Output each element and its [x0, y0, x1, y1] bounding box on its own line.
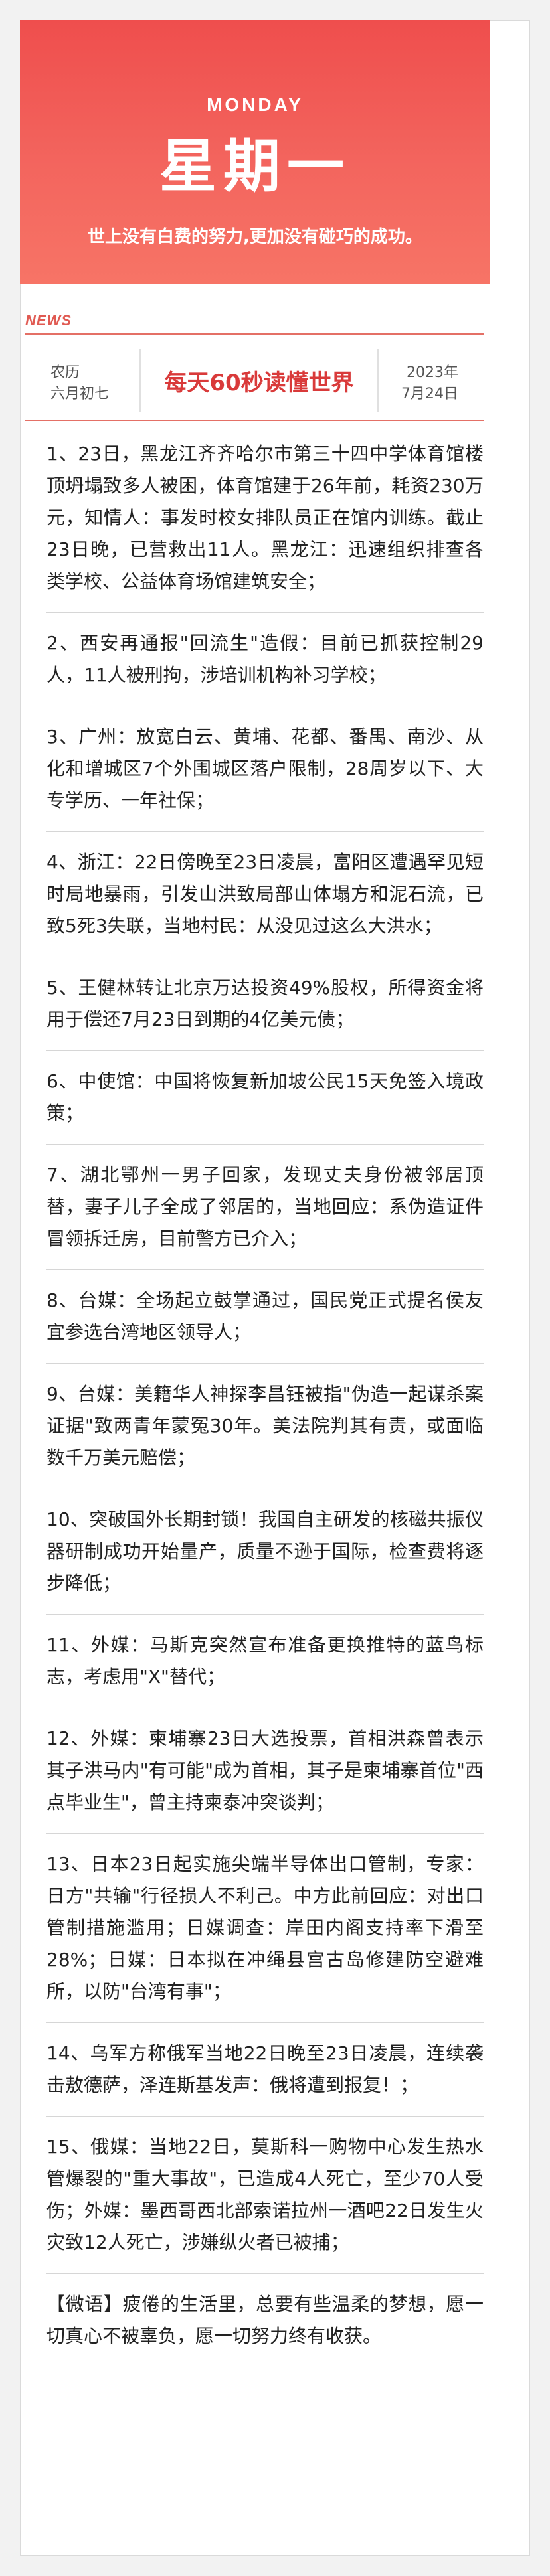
page-title: 每天60秒读懂世界 — [139, 349, 379, 412]
lunar-label: 农历 — [50, 364, 80, 381]
item-divider — [46, 612, 484, 613]
news-item: 2、西安再通报"回流生"造假：目前已抓获控制29人，11人被刑拘，涉培训机构补习… — [46, 632, 484, 686]
news-divider-bottom — [25, 420, 484, 421]
item-divider — [46, 2273, 484, 2274]
news-item: 5、王健林转让北京万达投资49%股权，所得资金将用于偿还7月23日到期的4亿美元… — [46, 977, 484, 1030]
news-item: 7、湖北鄂州一男子回家，发现丈夫身份被邻居顶替，妻子儿子全成了邻居的，当地回应：… — [46, 1164, 484, 1249]
item-divider — [46, 1363, 484, 1364]
item-divider — [46, 831, 484, 832]
weekday-english: MONDAY — [207, 94, 304, 115]
item-divider — [46, 2116, 484, 2117]
news-list: 1、23日，黑龙江齐齐哈尔市第三十四中学体育馆楼顶坍塌致多人被困，体育馆建于26… — [46, 438, 484, 2367]
gregorian-day: 7月24日 — [401, 386, 458, 402]
date-row: 农历 六月初七 每天60秒读懂世界 2023年 7月24日 — [25, 345, 485, 418]
item-divider — [46, 1144, 484, 1145]
item-divider — [46, 1833, 484, 1834]
news-item: 3、广州：放宽白云、黄埔、花都、番禺、南沙、从化和增城区7个外围城区落户限制，2… — [46, 726, 484, 811]
lunar-date: 农历 六月初七 — [50, 362, 109, 405]
news-label: NEWS — [25, 312, 72, 329]
banner-quote: 世上没有白费的努力,更加没有碰巧的成功。 — [88, 227, 422, 247]
news-divider-top — [25, 333, 484, 335]
news-item: 1、23日，黑龙江齐齐哈尔市第三十四中学体育馆楼顶坍塌致多人被困，体育馆建于26… — [46, 443, 484, 592]
news-item: 14、乌军方称俄军当地22日晚至23日凌晨，连续袭击敖德萨，泽连斯基发声：俄将遭… — [46, 2042, 484, 2096]
news-item: 9、台媒：美籍华人神探李昌钰被指"伪造一起谋杀案证据"致两青年蒙冤30年。美法院… — [46, 1383, 484, 1469]
news-item: 11、外媒：马斯克突然宣布准备更换推特的蓝鸟标志，考虑用"X"替代； — [46, 1634, 484, 1688]
news-item: 4、浙江：22日傍晚至23日凌晨，富阳区遭遇罕见短时局地暴雨，引发山洪致局部山体… — [46, 851, 484, 937]
news-item: 6、中使馆：中国将恢复新加坡公民15天免签入境政策； — [46, 1070, 484, 1124]
closing-quote: 【微语】疲倦的生活里，总要有些温柔的梦想，愿一切真心不被辜负，愿一切努力终有收获… — [46, 2293, 484, 2347]
news-item: 12、外媒：柬埔寨23日大选投票，首相洪森曾表示其子洪马内"有可能"成为首相，其… — [46, 1728, 484, 1813]
news-item: 15、俄媒：当地22日，莫斯科一购物中心发生热水管爆裂的"重大事故"，已造成4人… — [46, 2136, 484, 2253]
lunar-day: 六月初七 — [50, 386, 110, 402]
header-banner: MONDAY 星期一 世上没有白费的努力,更加没有碰巧的成功。 — [20, 20, 490, 284]
gregorian-year: 2023年 — [407, 364, 458, 381]
gregorian-date: 2023年 7月24日 — [401, 362, 458, 405]
item-divider — [46, 1614, 484, 1615]
item-divider — [46, 1269, 484, 1270]
item-divider — [46, 2022, 484, 2023]
item-divider — [46, 1050, 484, 1051]
news-item: 10、突破国外长期封锁！我国自主研发的核磁共振仪器研制成功开始量产，质量不逊于国… — [46, 1508, 484, 1594]
news-item: 13、日本23日起实施尖端半导体出口管制，专家：日方"共输"行径损人不利己。中方… — [46, 1853, 484, 2002]
news-item: 8、台媒：全场起立鼓掌通过，国民党正式提名侯友宜参选台湾地区领导人； — [46, 1289, 484, 1343]
weekday-chinese: 星期一 — [159, 133, 351, 200]
